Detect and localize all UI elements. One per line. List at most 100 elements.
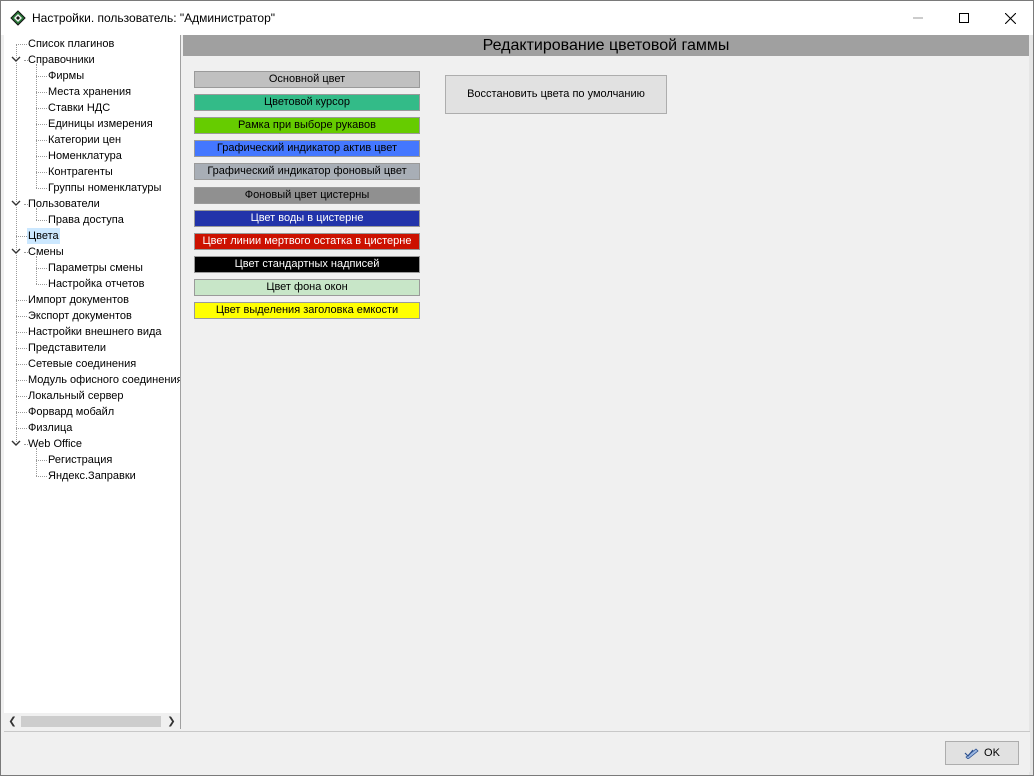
- window-title: Настройки. пользователь: "Администратор": [32, 11, 276, 25]
- scroll-right-arrow-icon[interactable]: ❯: [163, 713, 180, 730]
- tree-connector: [36, 124, 47, 125]
- tree-item[interactable]: Фирмы: [4, 68, 180, 84]
- color-button[interactable]: Цвет выделения заголовка емкости: [194, 302, 420, 319]
- tree-item[interactable]: Представители: [4, 340, 180, 356]
- tree-item-label: Права доступа: [48, 214, 124, 226]
- tree-item[interactable]: Номенклатура: [4, 148, 180, 164]
- tree-item-label: Список плагинов: [28, 38, 115, 50]
- tree-item[interactable]: Пользователи: [4, 196, 180, 212]
- tree-item-label: Ставки НДС: [48, 102, 111, 114]
- tree-connector: [36, 140, 47, 141]
- tree-connector: [36, 76, 47, 77]
- tree-child-line: [36, 208, 37, 220]
- tree-connector: [16, 380, 27, 381]
- tree-connector: [36, 188, 47, 189]
- tree-item[interactable]: Яндекс.Заправки: [4, 468, 180, 484]
- tree-item[interactable]: Модуль офисного соединения: [4, 372, 180, 388]
- close-icon: [1004, 12, 1016, 24]
- tree-item[interactable]: Экспорт документов: [4, 308, 180, 324]
- tree-item-label: Представители: [28, 342, 107, 354]
- tree-item[interactable]: Группы номенклатуры: [4, 180, 180, 196]
- tree-item[interactable]: Настройка отчетов: [4, 276, 180, 292]
- tree-root-line: [16, 44, 17, 444]
- color-button[interactable]: Графический индикатор актив цвет: [194, 140, 420, 157]
- panel-header: Редактирование цветовой гаммы: [183, 35, 1029, 56]
- tree-item-label: Локальный сервер: [28, 390, 124, 402]
- color-button[interactable]: Цветовой курсор: [194, 94, 420, 111]
- tree-item-label: Контрагенты: [48, 166, 113, 178]
- maximize-button[interactable]: [941, 1, 987, 35]
- app-logo-icon: [10, 10, 26, 26]
- tree-item[interactable]: Регистрация: [4, 452, 180, 468]
- minimize-button[interactable]: [895, 1, 941, 35]
- tree-item[interactable]: Параметры смены: [4, 260, 180, 276]
- tree-connector: [16, 300, 27, 301]
- tree-item-label: Справочники: [28, 54, 95, 66]
- tree-connector: [36, 268, 47, 269]
- tree-item-label: Группы номенклатуры: [48, 182, 162, 194]
- tree-connector: [16, 396, 27, 397]
- tree-item-label: Параметры смены: [48, 262, 143, 274]
- settings-tree[interactable]: Список плагинов Справочники Фирмы Места хра…: [4, 35, 181, 729]
- title-bar: Настройки. пользователь: "Администратор": [1, 1, 1033, 35]
- tree-connector: [16, 316, 27, 317]
- tree-item-label: Единицы измерения: [48, 118, 153, 130]
- tree-horizontal-scrollbar[interactable]: ❮ ❯: [4, 713, 180, 730]
- tree-item[interactable]: Контрагенты: [4, 164, 180, 180]
- tree-item[interactable]: Список плагинов: [4, 36, 180, 52]
- tree-item-label: Сетевые соединения: [28, 358, 137, 370]
- tree-item[interactable]: Справочники: [4, 52, 180, 68]
- maximize-icon: [959, 13, 969, 23]
- tree-item-label: Физлица: [28, 422, 73, 434]
- tree-connector: [36, 172, 47, 173]
- tree-item-label: Настройка отчетов: [48, 278, 145, 290]
- tree-item[interactable]: Смены: [4, 244, 180, 260]
- settings-window: Настройки. пользователь: "Администратор"…: [0, 0, 1034, 776]
- color-button[interactable]: Цвет фона окон: [194, 279, 420, 296]
- color-button[interactable]: Цвет стандартных надписей: [194, 256, 420, 273]
- tree-item[interactable]: Единицы измерения: [4, 116, 180, 132]
- tree-item[interactable]: Цвета: [4, 228, 180, 244]
- tree-item-label: Пользователи: [28, 198, 100, 210]
- ok-button[interactable]: OK: [945, 741, 1019, 765]
- tree-item[interactable]: Локальный сервер: [4, 388, 180, 404]
- tree-item[interactable]: Категории цен: [4, 132, 180, 148]
- tree-item[interactable]: Сетевые соединения: [4, 356, 180, 372]
- tree-item[interactable]: Физлица: [4, 420, 180, 436]
- close-button[interactable]: [987, 1, 1033, 35]
- checkmark-pencil-icon: [964, 748, 979, 759]
- color-button[interactable]: Цвет воды в цистерне: [194, 210, 420, 227]
- color-button[interactable]: Графический индикатор фоновый цвет: [194, 163, 420, 180]
- tree-item[interactable]: Настройки внешнего вида: [4, 324, 180, 340]
- tree-item-label: Экспорт документов: [28, 310, 132, 322]
- tree-child-line: [36, 256, 37, 284]
- tree-connector: [36, 476, 47, 477]
- tree-connector: [16, 332, 27, 333]
- tree-item[interactable]: Web Office: [4, 436, 180, 452]
- tree-child-line: [36, 448, 37, 476]
- tree-item[interactable]: Места хранения: [4, 84, 180, 100]
- tree-child-line: [36, 64, 37, 188]
- color-editor-panel: Редактирование цветовой гаммы Основной ц…: [183, 35, 1029, 731]
- tree-connector: [16, 412, 27, 413]
- tree-connector: [16, 348, 27, 349]
- tree-item[interactable]: Права доступа: [4, 212, 180, 228]
- tree-item-label: Фирмы: [48, 70, 85, 82]
- color-button[interactable]: Рамка при выборе рукавов: [194, 117, 420, 134]
- tree-item-label: Категории цен: [48, 134, 122, 146]
- color-button[interactable]: Основной цвет: [194, 71, 420, 88]
- tree-item-label: Импорт документов: [28, 294, 129, 306]
- tree-item[interactable]: Импорт документов: [4, 292, 180, 308]
- dialog-footer: OK: [4, 731, 1030, 772]
- tree-item[interactable]: Ставки НДС: [4, 100, 180, 116]
- minimize-icon: [913, 17, 923, 19]
- scroll-left-arrow-icon[interactable]: ❮: [4, 713, 21, 730]
- restore-defaults-button[interactable]: Восстановить цвета по умолчанию: [445, 75, 667, 114]
- tree-item[interactable]: Форвард мобайл: [4, 404, 180, 420]
- scrollbar-thumb[interactable]: [21, 716, 161, 727]
- tree-connector: [36, 108, 47, 109]
- color-button[interactable]: Фоновый цвет цистерны: [194, 187, 420, 204]
- color-button[interactable]: Цвет линии мертвого остатка в цистерне: [194, 233, 420, 250]
- tree-connector: [36, 284, 47, 285]
- tree-item-label: Номенклатура: [48, 150, 122, 162]
